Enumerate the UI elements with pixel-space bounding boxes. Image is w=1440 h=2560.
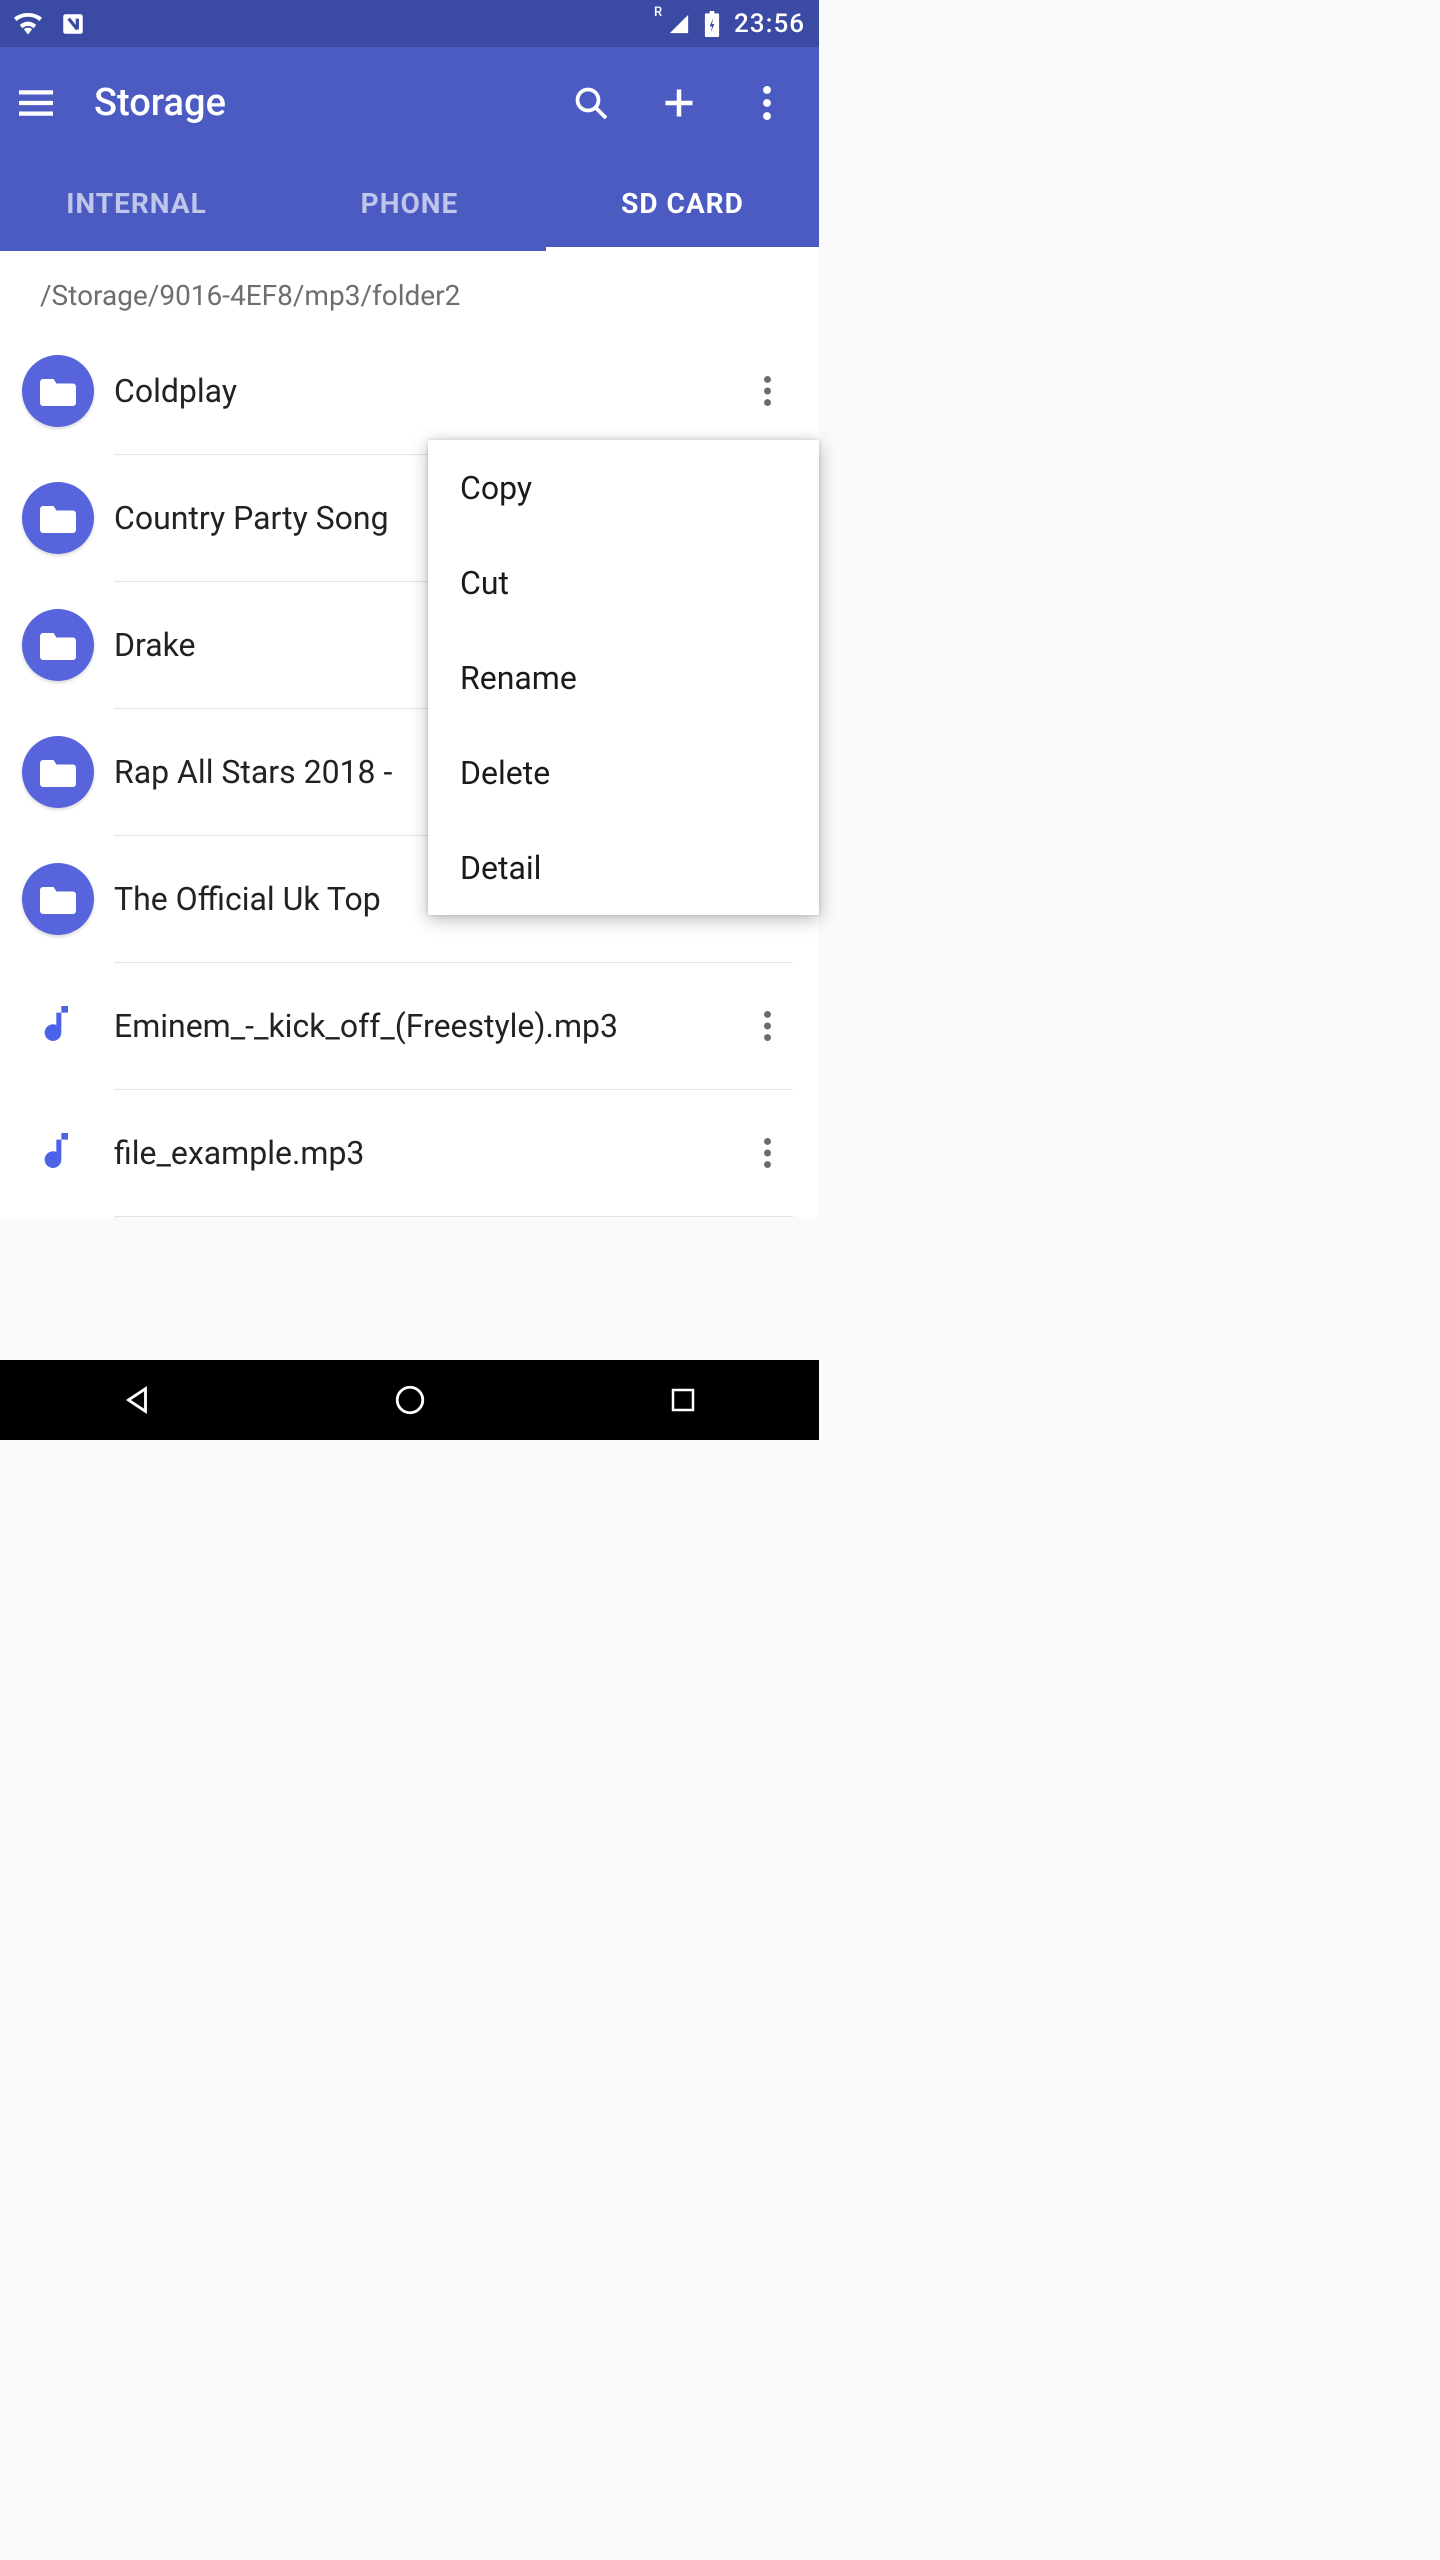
item-more-button[interactable] xyxy=(737,1138,797,1168)
search-icon xyxy=(573,85,609,121)
hamburger-icon xyxy=(19,90,53,116)
item-more-button[interactable] xyxy=(737,376,797,406)
overflow-button[interactable] xyxy=(723,86,811,120)
status-bar: R 23:56 xyxy=(0,0,819,47)
folder-icon xyxy=(22,482,94,554)
tab-internal[interactable]: INTERNAL xyxy=(0,159,273,251)
triangle-back-icon xyxy=(120,1383,154,1417)
app-title: Storage xyxy=(72,81,547,125)
nav-back-button[interactable] xyxy=(77,1383,197,1417)
tab-sdcard[interactable]: SD CARD xyxy=(546,159,819,251)
status-left xyxy=(14,11,86,37)
more-vert-icon xyxy=(764,376,771,406)
more-vert-icon xyxy=(764,1138,771,1168)
plus-icon xyxy=(661,85,697,121)
system-nav-bar xyxy=(0,1360,819,1440)
context-rename[interactable]: Rename xyxy=(428,630,819,725)
list-item[interactable]: Eminem_-_kick_off_(Freestyle).mp3 xyxy=(0,963,819,1089)
item-name: file_example.mp3 xyxy=(114,1134,737,1172)
context-cut[interactable]: Cut xyxy=(428,535,819,630)
folder-icon xyxy=(22,355,94,427)
signal-icon: R xyxy=(668,13,690,35)
context-detail[interactable]: Detail xyxy=(428,820,819,915)
add-button[interactable] xyxy=(635,85,723,121)
item-name: Coldplay xyxy=(114,372,737,410)
more-vert-icon xyxy=(763,86,771,120)
search-button[interactable] xyxy=(547,85,635,121)
divider xyxy=(114,1216,793,1217)
context-copy[interactable]: Copy xyxy=(428,440,819,535)
tab-phone[interactable]: PHONE xyxy=(273,159,546,251)
list-item[interactable]: Coldplay xyxy=(0,328,819,454)
square-recent-icon xyxy=(668,1385,698,1415)
wifi-icon xyxy=(14,13,42,35)
app-bar: Storage xyxy=(0,47,819,159)
context-menu: Copy Cut Rename Delete Detail xyxy=(428,440,819,915)
folder-icon xyxy=(22,609,94,681)
app-notification-icon xyxy=(60,11,86,37)
nav-home-button[interactable] xyxy=(350,1383,470,1417)
music-icon xyxy=(22,990,94,1062)
item-more-button[interactable] xyxy=(737,1011,797,1041)
menu-button[interactable] xyxy=(0,90,72,116)
status-clock: 23:56 xyxy=(734,9,805,39)
storage-tabs: INTERNAL PHONE SD CARD xyxy=(0,159,819,251)
nav-recent-button[interactable] xyxy=(623,1385,743,1415)
circle-home-icon xyxy=(393,1383,427,1417)
current-path: /Storage/9016-4EF8/mp3/folder2 xyxy=(0,251,819,328)
context-delete[interactable]: Delete xyxy=(428,725,819,820)
status-right: R 23:56 xyxy=(668,9,805,39)
item-name: Eminem_-_kick_off_(Freestyle).mp3 xyxy=(114,1007,737,1045)
more-vert-icon xyxy=(764,1011,771,1041)
list-item[interactable]: file_example.mp3 xyxy=(0,1090,819,1216)
folder-icon xyxy=(22,863,94,935)
folder-icon xyxy=(22,736,94,808)
music-icon xyxy=(22,1117,94,1189)
battery-charging-icon xyxy=(704,11,720,37)
